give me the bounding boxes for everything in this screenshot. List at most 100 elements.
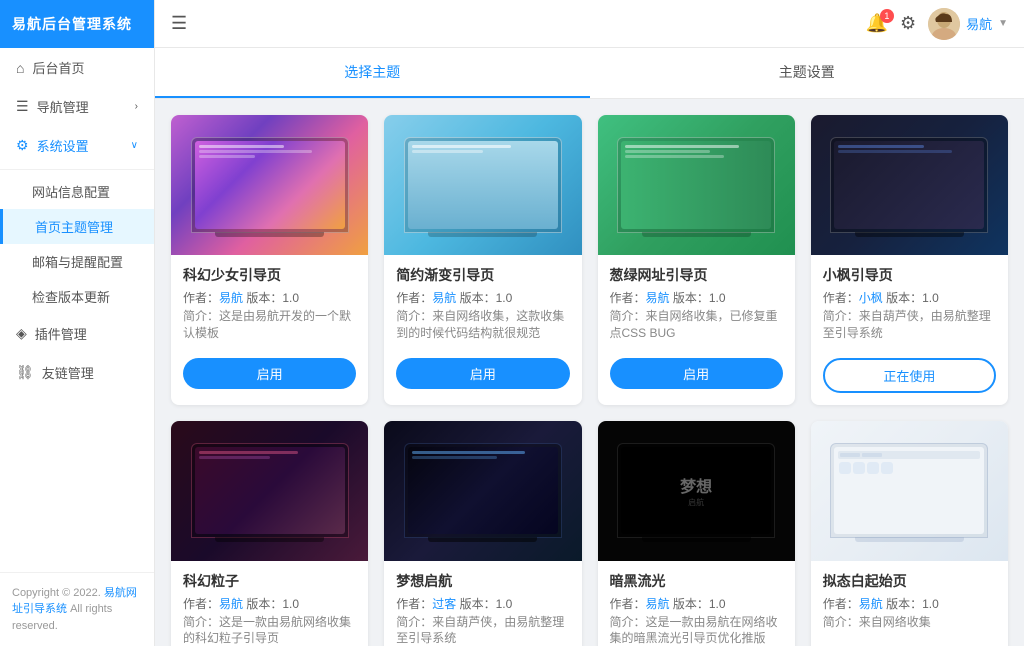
sidebar-item-theme-mgmt[interactable]: 首页主题管理 [0, 209, 154, 244]
theme-btn-wrap-scifi-girl: 启用 [171, 350, 368, 401]
enable-button-scifi-girl[interactable]: 启用 [183, 358, 356, 389]
theme-author-dream: 作者：过客 版本：1.0 [396, 595, 569, 612]
theme-btn-wrap-white: 启用 [811, 638, 1008, 646]
sidebar-copyright: Copyright © 2022. 易航网址引导系统 All rights re… [0, 572, 154, 646]
sidebar-logo: 易航后台管理系统 [0, 0, 154, 48]
home-icon: ⌂ [16, 60, 24, 76]
theme-name-white: 拟态白起始页 [823, 571, 996, 591]
content-area: 选择主题 主题设置 [155, 48, 1024, 646]
user-info[interactable]: 易航 ▼ [928, 8, 1008, 40]
theme-info-dark: 暗黑流光 作者：易航 版本：1.0 简介：这是一款由易航在网络收集的暗黑流光引导… [598, 561, 795, 646]
hamburger-button[interactable]: ☰ [171, 13, 187, 34]
author-link[interactable]: 易航 [859, 597, 883, 611]
active-button-maple[interactable]: 正在使用 [823, 358, 996, 393]
tab-select-theme[interactable]: 选择主题 [155, 48, 590, 98]
theme-tabs: 选择主题 主题设置 [155, 48, 1024, 99]
theme-btn-wrap-simple-nav: 启用 [384, 350, 581, 401]
sidebar-item-home[interactable]: ⌂ 后台首页 [0, 48, 154, 87]
theme-author-simple-nav: 作者：易航 版本：1.0 [396, 289, 569, 306]
sys-settings-submenu: 网站信息配置 首页主题管理 邮箱与提醒配置 检查版本更新 [0, 169, 154, 314]
theme-btn-wrap-green: 启用 [598, 350, 795, 401]
sidebar-item-mail-config[interactable]: 邮箱与提醒配置 [0, 244, 154, 279]
theme-desc-dark: 简介：这是一款由易航在网络收集的暗黑流光引导页优化推版 [610, 614, 783, 646]
settings-gear-button[interactable]: ⚙ [900, 13, 916, 34]
sidebar-nav: ⌂ 后台首页 ☰ 导航管理 › ⚙ 系统设置 ∨ 网站信息配置 首页主题管理 邮… [0, 48, 154, 572]
theme-info-white: 拟态白起始页 作者：易航 版本：1.0 简介：来自网络收集 [811, 561, 1008, 639]
author-link[interactable]: 小枫 [859, 291, 883, 305]
theme-desc-green: 简介：来自网络收集，已修复重点CSS BUG [610, 308, 783, 342]
theme-preview-scifi-girl [171, 115, 368, 255]
theme-preview-green [598, 115, 795, 255]
sidebar-item-nav-mgmt[interactable]: ☰ 导航管理 › [0, 87, 154, 126]
header-right: 🔔 1 ⚙ 易航 ▼ [866, 8, 1008, 40]
author-link[interactable]: 易航 [219, 597, 243, 611]
sidebar-item-plugin-mgmt[interactable]: ◈ 插件管理 [0, 314, 154, 353]
user-dropdown-icon: ▼ [998, 18, 1008, 29]
sidebar-item-sys-settings[interactable]: ⚙ 系统设置 ∨ [0, 126, 154, 165]
theme-card-dream: 梦想启航 作者：过客 版本：1.0 简介：来自葫芦侠，由易航整理至引导系统 启用 [384, 421, 581, 646]
theme-grid: 科幻少女引导页 作者：易航 版本：1.0 简介：这是由易航开发的一个默认模板 启… [155, 99, 1024, 646]
sidebar-item-friend-links-label: 友链管理 [42, 363, 94, 382]
theme-desc-simple-nav: 简介：来自网络收集，这款收集到的时候代码结构就很规范 [396, 308, 569, 342]
theme-btn-wrap-maple: 正在使用 [811, 350, 1008, 405]
chevron-down-icon: ∨ [131, 140, 138, 151]
chevron-right-icon: › [135, 101, 138, 112]
theme-card-simple-nav: 简约渐变引导页 作者：易航 版本：1.0 简介：来自网络收集，这款收集到的时候代… [384, 115, 581, 405]
sidebar-item-sys-settings-label: 系统设置 [37, 136, 89, 155]
avatar [928, 8, 960, 40]
nav-mgmt-icon: ☰ [16, 98, 29, 115]
theme-preview-simple-nav [384, 115, 581, 255]
sidebar-item-version-check[interactable]: 检查版本更新 [0, 279, 154, 314]
sidebar-item-plugin-mgmt-label: 插件管理 [35, 324, 87, 343]
notification-badge: 1 [880, 9, 894, 23]
author-link[interactable]: 过客 [432, 597, 456, 611]
theme-info-simple-nav: 简约渐变引导页 作者：易航 版本：1.0 简介：来自网络收集，这款收集到的时候代… [384, 255, 581, 350]
theme-desc-scifi-girl: 简介：这是由易航开发的一个默认模板 [183, 308, 356, 342]
theme-info-scifi-girl: 科幻少女引导页 作者：易航 版本：1.0 简介：这是由易航开发的一个默认模板 [171, 255, 368, 350]
main-content: ☰ 🔔 1 ⚙ 易航 ▼ [155, 0, 1024, 646]
theme-name-simple-nav: 简约渐变引导页 [396, 265, 569, 285]
theme-card-white: 拟态白起始页 作者：易航 版本：1.0 简介：来自网络收集 启用 [811, 421, 1008, 646]
sidebar-item-friend-links[interactable]: ⛓ 友链管理 [0, 353, 154, 392]
theme-info-particle: 科幻粒子 作者：易航 版本：1.0 简介：这是一款由易航网络收集的科幻粒子引导页 [171, 561, 368, 646]
theme-name-particle: 科幻粒子 [183, 571, 356, 591]
header: ☰ 🔔 1 ⚙ 易航 ▼ [155, 0, 1024, 48]
enable-button-simple-nav[interactable]: 启用 [396, 358, 569, 389]
notification-bell[interactable]: 🔔 1 [866, 13, 888, 34]
theme-preview-dream [384, 421, 581, 561]
sidebar-item-home-label: 后台首页 [32, 58, 84, 77]
theme-desc-particle: 简介：这是一款由易航网络收集的科幻粒子引导页 [183, 614, 356, 646]
theme-name-dream: 梦想启航 [396, 571, 569, 591]
theme-desc-white: 简介：来自网络收集 [823, 614, 996, 631]
plugin-icon: ◈ [16, 325, 27, 342]
theme-card-particle: 科幻粒子 作者：易航 版本：1.0 简介：这是一款由易航网络收集的科幻粒子引导页… [171, 421, 368, 646]
theme-name-green: 葱绿网址引导页 [610, 265, 783, 285]
author-link[interactable]: 易航 [646, 291, 670, 305]
author-link[interactable]: 易航 [432, 291, 456, 305]
theme-desc-dream: 简介：来自葫芦侠，由易航整理至引导系统 [396, 614, 569, 646]
theme-author-dark: 作者：易航 版本：1.0 [610, 595, 783, 612]
theme-name-maple: 小枫引导页 [823, 265, 996, 285]
sidebar-item-site-info[interactable]: 网站信息配置 [0, 174, 154, 209]
sidebar-item-nav-mgmt-label: 导航管理 [37, 97, 89, 116]
author-link[interactable]: 易航 [646, 597, 670, 611]
theme-card-dark: 梦想 启航 暗黑流光 作者：易航 版本：1.0 简介：这是一款由易航在网络收集 [598, 421, 795, 646]
theme-card-scifi-girl: 科幻少女引导页 作者：易航 版本：1.0 简介：这是由易航开发的一个默认模板 启… [171, 115, 368, 405]
theme-name-dark: 暗黑流光 [610, 571, 783, 591]
theme-info-green: 葱绿网址引导页 作者：易航 版本：1.0 简介：来自网络收集，已修复重点CSS … [598, 255, 795, 350]
theme-author-maple: 作者：小枫 版本：1.0 [823, 289, 996, 306]
settings-icon: ⚙ [16, 137, 29, 154]
theme-preview-particle [171, 421, 368, 561]
theme-author-white: 作者：易航 版本：1.0 [823, 595, 996, 612]
theme-preview-dark: 梦想 启航 [598, 421, 795, 561]
sidebar: 易航后台管理系统 ⌂ 后台首页 ☰ 导航管理 › ⚙ 系统设置 ∨ 网站信息配置… [0, 0, 155, 646]
theme-card-green: 葱绿网址引导页 作者：易航 版本：1.0 简介：来自网络收集，已修复重点CSS … [598, 115, 795, 405]
header-left: ☰ [171, 13, 187, 34]
theme-author-green: 作者：易航 版本：1.0 [610, 289, 783, 306]
user-name: 易航 [966, 14, 992, 33]
theme-name-scifi-girl: 科幻少女引导页 [183, 265, 356, 285]
author-link[interactable]: 易航 [219, 291, 243, 305]
theme-card-maple: 小枫引导页 作者：小枫 版本：1.0 简介：来自葫芦侠，由易航整理至引导系统 正… [811, 115, 1008, 405]
tab-theme-settings[interactable]: 主题设置 [590, 48, 1024, 98]
enable-button-green[interactable]: 启用 [610, 358, 783, 389]
